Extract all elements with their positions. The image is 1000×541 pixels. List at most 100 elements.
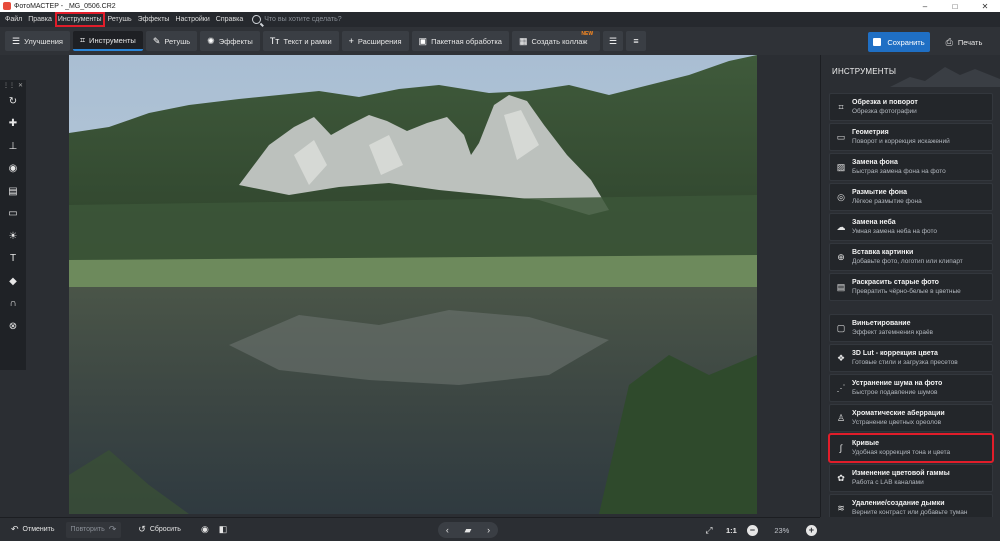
vignette-icon: ▢ bbox=[836, 322, 846, 333]
tool-name: 3D Lut - коррекция цвета bbox=[852, 350, 938, 357]
tool-replace-sky[interactable]: ☁ Замена неба Умная замена неба на фото bbox=[829, 213, 993, 241]
tool-name: Вставка картинки bbox=[852, 249, 914, 256]
gradient-filter-icon[interactable]: ▤ bbox=[0, 180, 26, 203]
save-button[interactable]: Сохранить bbox=[868, 32, 930, 52]
tool-name: Устранение шума на фото bbox=[852, 380, 943, 387]
tab-label: Пакетная обработка bbox=[431, 36, 502, 46]
tool-vignette[interactable]: ▢ Виньетирование Эффект затемнения краёв bbox=[829, 314, 993, 342]
fit-screen-icon[interactable]: ⤢ bbox=[702, 525, 716, 536]
menu-help[interactable]: Справка bbox=[213, 12, 246, 27]
tool-desc: Удобная коррекция тона и цвета bbox=[852, 449, 951, 456]
redo-button[interactable]: Повторить ↷ bbox=[65, 521, 122, 538]
tool-denoise[interactable]: ⋰ Устранение шума на фото Быстрое подавле… bbox=[829, 374, 993, 402]
zoom-out-icon[interactable]: − bbox=[746, 524, 758, 536]
tab-effects[interactable]: ✺ Эффекты bbox=[200, 31, 260, 51]
menu-bar: Файл Правка Инструменты Ретушь Эффекты Н… bbox=[0, 12, 1000, 27]
folder-icon[interactable]: ▰ bbox=[465, 525, 472, 536]
settings-list-button[interactable]: ≡ bbox=[626, 31, 647, 51]
sky-icon: ☁ bbox=[836, 221, 846, 232]
tool-3d-lut[interactable]: ❖ 3D Lut - коррекция цвета Готовые стили … bbox=[829, 344, 993, 372]
tool-insert-image[interactable]: ⊕ Вставка картинки Добавьте фото, логотип… bbox=[829, 243, 993, 271]
tab-tools[interactable]: ⌗ Инструменты bbox=[72, 31, 143, 51]
ratio-button[interactable]: 1:1 bbox=[726, 526, 737, 535]
redo-label: Повторить bbox=[70, 526, 105, 533]
settings-list-icon: ≡ bbox=[633, 36, 639, 46]
plus-icon: + bbox=[348, 36, 354, 46]
tool-desc: Быстрая замена фона на фото bbox=[852, 168, 946, 175]
tool-desc: Поворот и коррекция искажений bbox=[852, 138, 950, 145]
reset-button[interactable]: ↺ Сбросить bbox=[133, 522, 186, 538]
tool-geometry[interactable]: ▭ Геометрия Поворот и коррекция искажений bbox=[829, 123, 993, 151]
save-label: Сохранить bbox=[887, 37, 925, 47]
window-title: ФотоМАСТЕР - _MG_0506.CR2 bbox=[14, 2, 116, 10]
tool-name: Раскрасить старые фото bbox=[852, 279, 939, 286]
menu-file[interactable]: Файл bbox=[2, 12, 25, 27]
print-label: Печать bbox=[957, 37, 983, 47]
tool-replace-background[interactable]: ▨ Замена фона Быстрая замена фона на фото bbox=[829, 153, 993, 181]
blur-icon: ◎ bbox=[837, 191, 845, 202]
app-logo-icon bbox=[3, 2, 11, 10]
history-button[interactable]: ☰ bbox=[603, 31, 624, 51]
tab-extensions[interactable]: + Расширения bbox=[341, 31, 409, 51]
tool-chromatic-aberration[interactable]: ♙ Хроматические аберрации Устранение цвет… bbox=[829, 404, 993, 432]
tool-name: Хроматические аберрации bbox=[852, 410, 945, 417]
undo-button[interactable]: ↶ Отменить bbox=[6, 522, 60, 538]
vignette-icon[interactable]: ▭ bbox=[0, 203, 26, 226]
sun-icon[interactable]: ☀ bbox=[0, 225, 26, 248]
menu-search[interactable]: Что вы хотите сделать? bbox=[252, 15, 342, 24]
text-icon: Tт bbox=[269, 36, 280, 46]
tool-desc: Обрезка фотографии bbox=[852, 108, 917, 115]
target-icon[interactable]: ◉ bbox=[0, 158, 26, 181]
tool-curves[interactable]: ∫ Кривые Удобная коррекция тона и цвета bbox=[828, 433, 994, 463]
tab-label: Эффекты bbox=[218, 36, 253, 46]
tool-desc: Лёгкое размытие фона bbox=[852, 198, 922, 205]
healing-icon[interactable]: ✚ bbox=[0, 113, 26, 136]
create-collage-button[interactable]: ▦ Создать коллаж NEW bbox=[511, 31, 601, 51]
tool-desc: Умная замена неба на фото bbox=[852, 228, 938, 235]
tool-blur-background[interactable]: ◎ Размытие фона Лёгкое размытие фона bbox=[829, 183, 993, 211]
tab-retouch[interactable]: ✎ Ретушь bbox=[145, 31, 198, 51]
bottom-bar: ↶ Отменить Повторить ↷ ↺ Сбросить ◉ ◧ ‹ ▰ ›… bbox=[0, 517, 820, 541]
tool-name: Размытие фона bbox=[852, 189, 908, 196]
fill-icon[interactable]: ◆ bbox=[0, 270, 26, 293]
strip-handle[interactable]: ⋮⋮ ✕ bbox=[0, 80, 26, 90]
batch-icon: ▣ bbox=[418, 35, 428, 46]
magnet-icon[interactable]: ∩ bbox=[0, 293, 26, 316]
panel-header: ИНСТРУМЕНТЫ bbox=[821, 55, 1000, 87]
geometry-icon: ▭ bbox=[836, 131, 846, 142]
tool-colorize[interactable]: ▤ Раскрасить старые фото Превратить чёрно… bbox=[829, 273, 993, 301]
curves-icon: ∫ bbox=[839, 443, 843, 453]
zoom-in-icon[interactable]: + bbox=[805, 524, 817, 536]
reset-label: Сбросить bbox=[149, 526, 181, 533]
menu-tools[interactable]: Инструменты bbox=[54, 12, 105, 27]
menu-retouch[interactable]: Ретушь bbox=[105, 12, 135, 27]
tool-desc: Готовые стили и загрузка пресетов bbox=[852, 359, 958, 366]
left-tool-strip: ⋮⋮ ✕ ↻ ✚ ⊥ ◉ ▤ ▭ ☀ T ◆ ∩ ⊗ bbox=[0, 80, 26, 370]
photo-canvas[interactable] bbox=[69, 55, 757, 514]
menu-settings[interactable]: Настройки bbox=[172, 12, 212, 27]
minimize-button[interactable]: – bbox=[910, 0, 940, 12]
prev-image-icon[interactable]: ‹ bbox=[446, 525, 449, 535]
next-image-icon[interactable]: › bbox=[487, 525, 490, 535]
tab-enhance[interactable]: ☰ Улучшения bbox=[5, 31, 70, 51]
tool-color-gamut[interactable]: ✿ Изменение цветовой гаммы Работа с LAB к… bbox=[829, 464, 993, 492]
close-button[interactable]: ✕ bbox=[970, 0, 1000, 12]
text-icon[interactable]: T bbox=[0, 248, 26, 271]
menu-edit[interactable]: Правка bbox=[25, 12, 55, 27]
background-icon: ▨ bbox=[836, 161, 846, 172]
rotate-icon[interactable]: ↻ bbox=[0, 90, 26, 113]
menu-effects[interactable]: Эффекты bbox=[135, 12, 173, 27]
preview-toggle[interactable]: ◉ bbox=[196, 522, 214, 538]
compare-button[interactable]: ◧ bbox=[214, 522, 233, 538]
title-bar: ФотоМАСТЕР - _MG_0506.CR2 – □ ✕ bbox=[0, 0, 1000, 12]
globe-icon[interactable]: ⊗ bbox=[0, 315, 26, 338]
tab-label: Ретушь bbox=[164, 36, 191, 46]
enhance-icon: ☰ bbox=[12, 35, 21, 46]
stamp-icon[interactable]: ⊥ bbox=[0, 135, 26, 158]
batch-processing-button[interactable]: ▣ Пакетная обработка bbox=[411, 31, 509, 51]
tool-crop-rotate[interactable]: ⌗ Обрезка и поворот Обрезка фотографии bbox=[829, 93, 993, 121]
print-button[interactable]: ⎙ Печать bbox=[934, 32, 994, 52]
tool-name: Замена неба bbox=[852, 219, 896, 226]
maximize-button[interactable]: □ bbox=[940, 0, 970, 12]
tab-text-frames[interactable]: Tт Текст и рамки bbox=[262, 31, 339, 51]
